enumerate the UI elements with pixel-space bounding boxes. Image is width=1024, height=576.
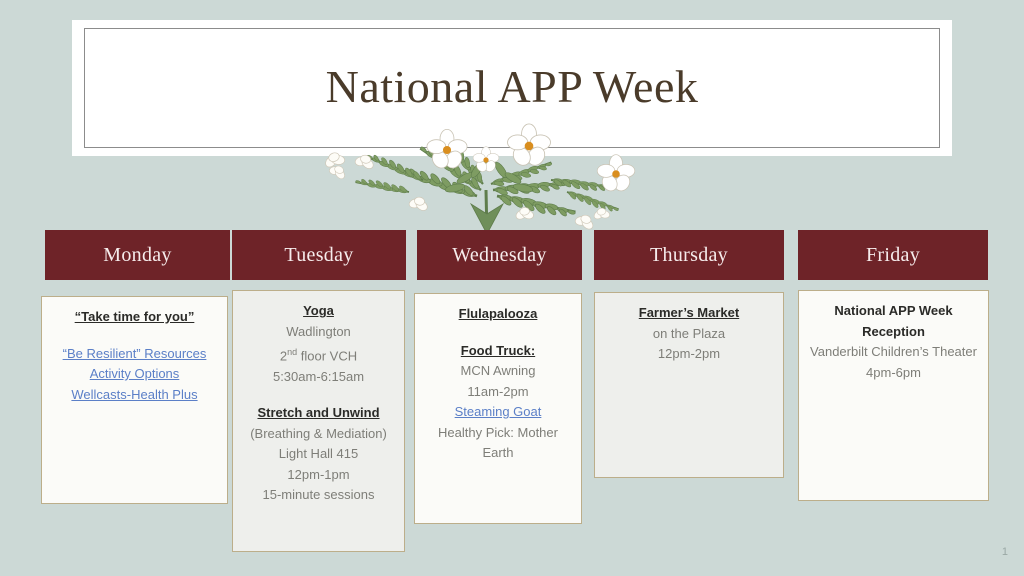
card-text-line: Wadlington: [286, 323, 351, 339]
card-text-line: 5:30am-6:15am: [272, 368, 365, 384]
card-heading: Stretch and Unwind: [257, 405, 380, 421]
card-heading: Flulapalooza: [458, 306, 538, 321]
day-card-monday: “Take time for you” “Be Resilient” Resour…: [41, 296, 228, 504]
card-link[interactable]: Wellcasts-Health Plus: [50, 385, 219, 406]
card-link[interactable]: Activity Options: [50, 364, 219, 385]
card-heading: Farmer’s Market: [638, 305, 740, 320]
day-header-label: Friday: [865, 243, 921, 266]
day-card-wednesday: Flulapalooza Food Truck: MCN Awning 11am-2p…: [414, 293, 582, 524]
ordinal-suffix: nd: [287, 347, 298, 357]
day-card-tuesday: Yoga Wadlington 2nd floor VCH 5:30am-6:15am…: [232, 290, 405, 552]
card-text-line: MCN Awning: [460, 363, 536, 378]
card-text-line: Light Hall 415: [278, 446, 359, 462]
title-banner-inner-border: National APP Week: [84, 28, 940, 148]
day-header-wednesday: Wednesday: [417, 230, 582, 280]
title-banner: National APP Week: [72, 20, 952, 156]
card-spacer: [423, 325, 573, 341]
day-card-friday: National APP Week Reception Vanderbilt Ch…: [798, 290, 989, 501]
card-text-line: 15-minute sessions: [262, 487, 375, 503]
card-spacer: [241, 387, 396, 403]
card-text-line: (Breathing & Mediation): [250, 425, 387, 441]
day-header-label: Monday: [103, 243, 172, 266]
day-header-label: Tuesday: [284, 243, 354, 266]
card-text-line: 2nd floor VCH: [279, 347, 358, 364]
card-heading: “Take time for you”: [74, 309, 195, 324]
card-heading: National APP Week Reception: [834, 303, 953, 339]
card-text-line: 12pm-2pm: [657, 346, 721, 361]
card-spacer: [50, 328, 219, 344]
page-title: National APP Week: [325, 60, 699, 112]
day-header-tuesday: Tuesday: [232, 230, 406, 280]
card-heading: Food Truck:: [460, 342, 536, 358]
card-text-line: on the Plaza: [652, 325, 726, 341]
card-heading: Yoga: [303, 303, 334, 318]
card-text-line: Vanderbilt Children’s Theater: [810, 344, 977, 359]
day-header-monday: Monday: [45, 230, 230, 280]
day-header-label: Wednesday: [452, 243, 547, 266]
card-link[interactable]: “Be Resilient” Resources: [50, 344, 219, 365]
card-text-line: 12pm-1pm: [287, 466, 350, 482]
page-number: 1: [1001, 546, 1008, 558]
card-text-line: Healthy Pick: Mother Earth: [438, 424, 558, 461]
day-header-thursday: Thursday: [594, 230, 784, 280]
day-header-friday: Friday: [798, 230, 988, 280]
day-header-label: Thursday: [650, 243, 728, 266]
card-text-line: 11am-2pm: [467, 383, 529, 399]
day-card-thursday: Farmer’s Market on the Plaza 12pm-2pm: [594, 292, 784, 478]
card-link[interactable]: Steaming Goat: [423, 402, 573, 423]
card-text-line: 4pm-6pm: [866, 364, 921, 380]
